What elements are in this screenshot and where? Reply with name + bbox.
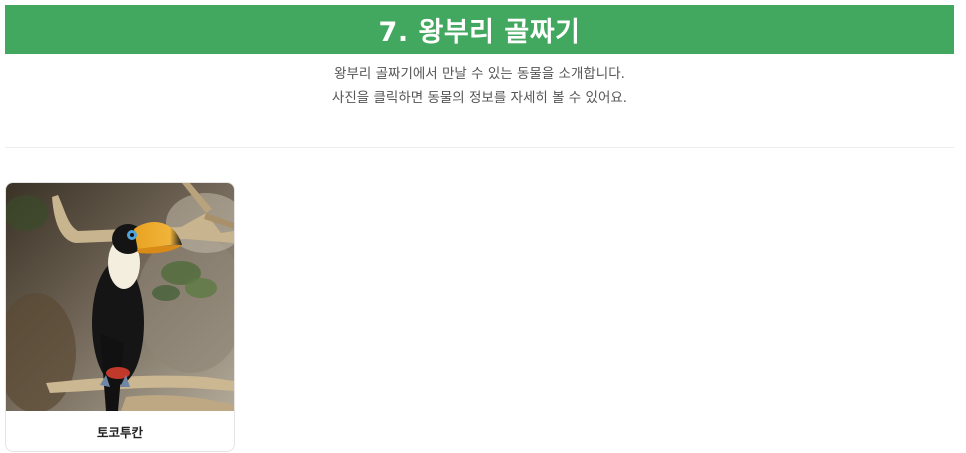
toucan-photo[interactable] — [6, 183, 234, 411]
divider — [5, 147, 954, 148]
intro-line-1: 왕부리 골짜기에서 만날 수 있는 동물을 소개합니다. — [334, 66, 625, 82]
intro-text: 왕부리 골짜기에서 만날 수 있는 동물을 소개합니다. 사진을 클릭하면 동물… — [5, 62, 954, 110]
page-title: 7. 왕부리 골짜기 — [378, 17, 581, 48]
animal-name[interactable]: 토코투칸 — [6, 411, 234, 451]
intro-line-2: 사진을 클릭하면 동물의 정보를 자세히 볼 수 있어요. — [331, 90, 628, 106]
title-bar: 7. 왕부리 골짜기 — [5, 5, 954, 54]
page: 7. 왕부리 골짜기 왕부리 골짜기에서 만날 수 있는 동물을 소개합니다. … — [0, 0, 966, 453]
animal-gallery: 토코투칸 — [5, 182, 235, 452]
animal-card-toco-toucan[interactable]: 토코투칸 — [5, 182, 235, 452]
